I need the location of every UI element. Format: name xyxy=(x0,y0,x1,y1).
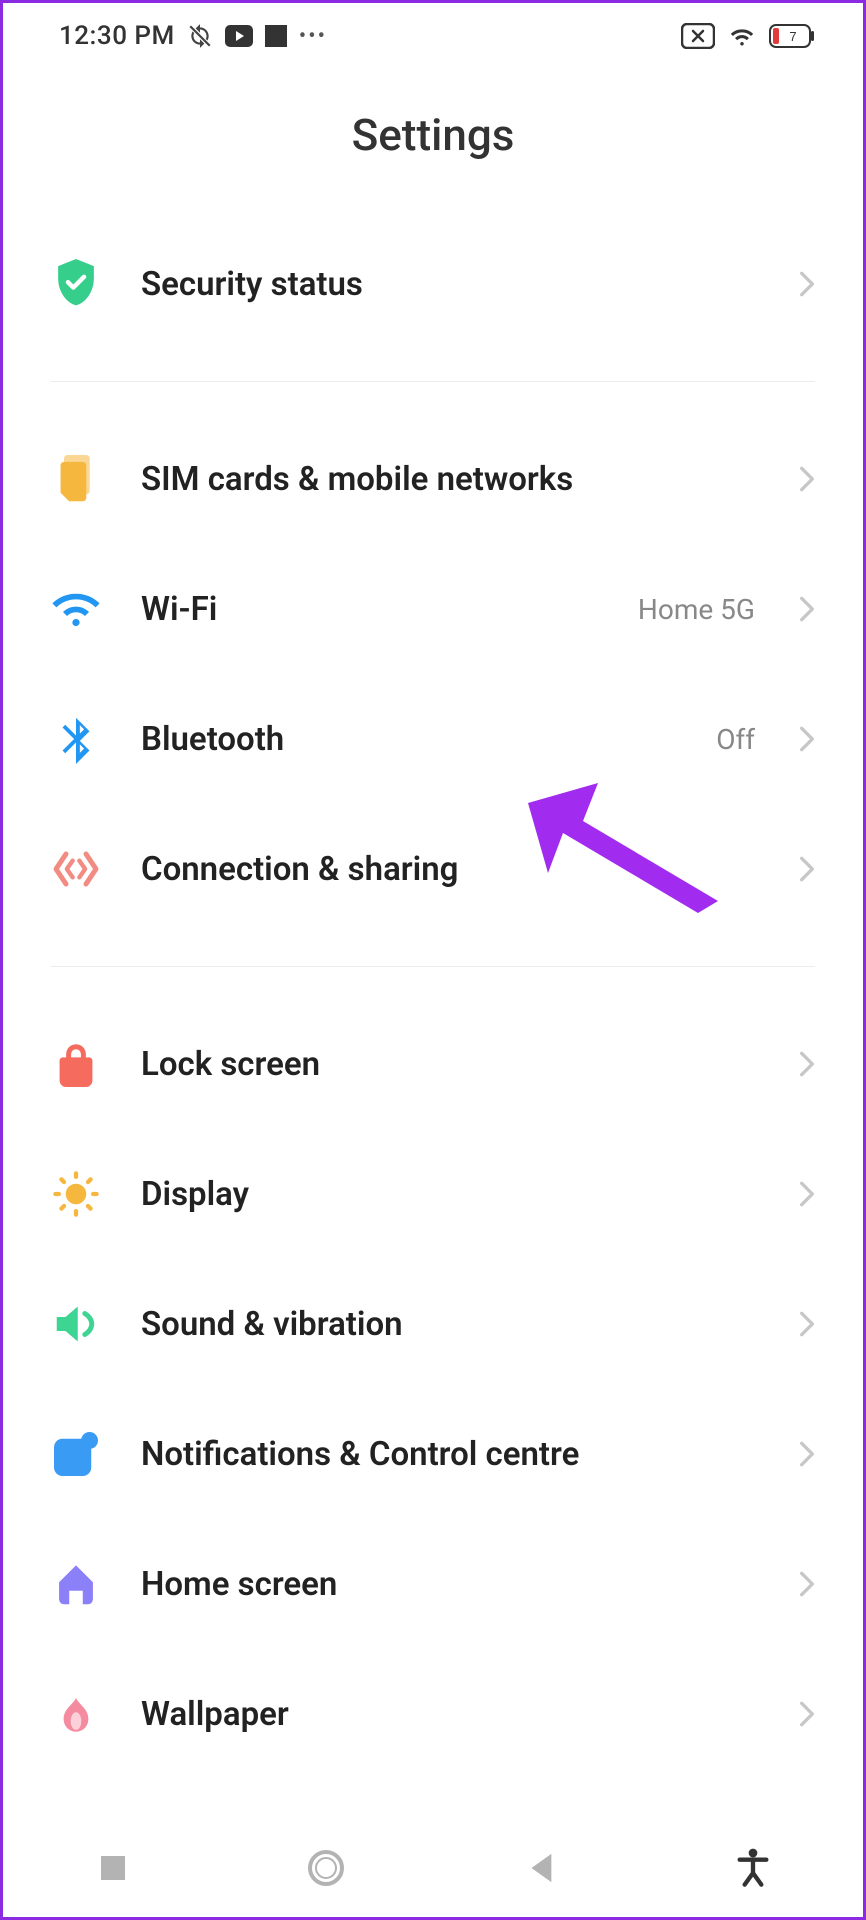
bluetooth-icon xyxy=(51,714,101,764)
sim-icon xyxy=(51,454,101,504)
square-icon xyxy=(265,25,287,47)
row-sim[interactable]: SIM cards & mobile networks xyxy=(51,414,815,544)
row-label: Display xyxy=(141,1175,759,1214)
chevron-right-icon xyxy=(799,1180,815,1208)
status-time: 12:30 PM xyxy=(59,21,175,51)
page-title: Settings xyxy=(3,61,863,219)
wifi-icon xyxy=(727,24,757,48)
nav-home-button[interactable] xyxy=(296,1848,356,1888)
row-label: Lock screen xyxy=(141,1045,759,1084)
no-sim-icon xyxy=(681,23,715,49)
connection-icon xyxy=(51,844,101,894)
row-label: Security status xyxy=(141,265,759,304)
row-connection-sharing[interactable]: Connection & sharing xyxy=(51,804,815,934)
row-wifi[interactable]: Wi-Fi Home 5G xyxy=(51,544,815,674)
row-label: Notifications & Control centre xyxy=(141,1435,759,1474)
row-label: Home screen xyxy=(141,1565,759,1604)
row-wallpaper[interactable]: Wallpaper xyxy=(51,1649,815,1779)
row-sound[interactable]: Sound & vibration xyxy=(51,1259,815,1389)
nav-recents-button[interactable] xyxy=(83,1853,143,1883)
row-display[interactable]: Display xyxy=(51,1129,815,1259)
row-notifications[interactable]: Notifications & Control centre xyxy=(51,1389,815,1519)
chevron-right-icon xyxy=(799,1440,815,1468)
row-label: Connection & sharing xyxy=(141,850,759,889)
shield-check-icon xyxy=(51,259,101,309)
row-label: Bluetooth xyxy=(141,720,676,759)
status-bar: 12:30 PM ••• 7 xyxy=(3,3,863,61)
sun-icon xyxy=(51,1169,101,1219)
youtube-icon xyxy=(225,25,253,47)
settings-list: Security status SIM cards & mobile netwo… xyxy=(3,219,863,1779)
chevron-right-icon xyxy=(799,595,815,623)
speaker-icon xyxy=(51,1299,101,1349)
row-label: SIM cards & mobile networks xyxy=(141,460,759,499)
row-lock-screen[interactable]: Lock screen xyxy=(51,999,815,1129)
chevron-right-icon xyxy=(799,1570,815,1598)
notifications-icon xyxy=(51,1429,101,1479)
home-icon xyxy=(51,1559,101,1609)
nav-back-button[interactable] xyxy=(510,1851,570,1885)
battery-icon: 7 xyxy=(769,24,815,48)
section-divider xyxy=(51,966,815,967)
chevron-right-icon xyxy=(799,1050,815,1078)
chevron-right-icon xyxy=(799,1700,815,1728)
chevron-right-icon xyxy=(799,725,815,753)
row-bluetooth[interactable]: Bluetooth Off xyxy=(51,674,815,804)
section-divider xyxy=(51,381,815,382)
wifi-settings-icon xyxy=(51,584,101,634)
row-value: Off xyxy=(716,723,755,756)
android-nav-bar xyxy=(6,1819,860,1917)
row-security-status[interactable]: Security status xyxy=(51,219,815,349)
row-label: Wallpaper xyxy=(141,1695,759,1734)
chevron-right-icon xyxy=(799,855,815,883)
row-value: Home 5G xyxy=(638,593,755,626)
wallpaper-icon xyxy=(51,1689,101,1739)
svg-text:7: 7 xyxy=(789,29,796,44)
chevron-right-icon xyxy=(799,1310,815,1338)
chevron-right-icon xyxy=(799,270,815,298)
more-dots-icon: ••• xyxy=(299,24,327,49)
lock-icon xyxy=(51,1039,101,1089)
nav-accessibility-button[interactable] xyxy=(723,1848,783,1888)
chevron-right-icon xyxy=(799,465,815,493)
sync-off-icon xyxy=(187,23,213,49)
row-home-screen[interactable]: Home screen xyxy=(51,1519,815,1649)
row-label: Wi-Fi xyxy=(141,590,598,629)
row-label: Sound & vibration xyxy=(141,1305,759,1344)
